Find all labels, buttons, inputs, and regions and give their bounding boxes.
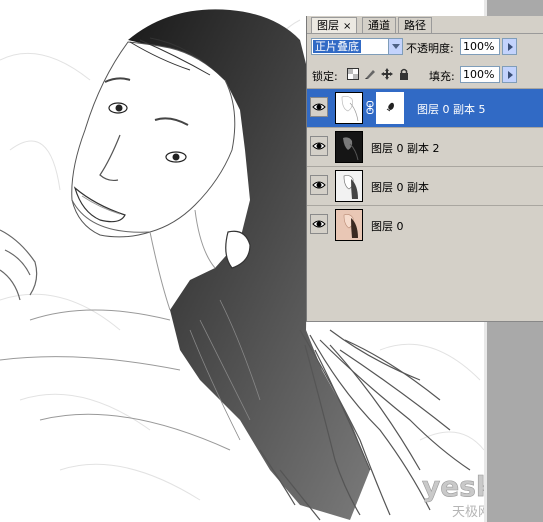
lock-label: 锁定: [312, 70, 338, 83]
layer-name: 图层 0 副本 5 [417, 103, 486, 116]
layer-thumbnail [335, 92, 363, 124]
photoshop-workspace: yesky 天极网 图层 × 通道 路径 正片叠底 不透明度: 100% 锁定:… [0, 0, 543, 522]
lock-all-icon[interactable] [398, 68, 410, 80]
layer-list: 图层 0 副本 5 图层 0 副本 2 图层 0 副本 图层 0 [307, 88, 543, 244]
fill-label: 填充: [429, 70, 455, 83]
eye-icon [312, 181, 326, 189]
link-icon[interactable] [366, 101, 374, 114]
lock-image-icon[interactable] [364, 68, 376, 80]
eye-icon [312, 103, 326, 111]
lock-transparency-icon[interactable] [347, 68, 359, 80]
layer-name: 图层 0 [371, 220, 404, 233]
layer-mask-thumbnail[interactable] [376, 92, 404, 124]
layers-panel: 图层 × 通道 路径 正片叠底 不透明度: 100% 锁定: 填充: 100% … [306, 16, 543, 322]
visibility-toggle[interactable] [310, 97, 328, 117]
opacity-slider-button[interactable] [502, 38, 517, 55]
tab-close-icon[interactable]: × [343, 21, 351, 32]
layer-thumbnail [335, 209, 363, 241]
layer-name: 图层 0 副本 2 [371, 142, 440, 155]
blend-mode-select[interactable]: 正片叠底 [311, 38, 403, 55]
layer-name: 图层 0 副本 [371, 181, 429, 194]
layer-row[interactable]: 图层 0 副本 [307, 166, 543, 205]
layer-row[interactable]: 图层 0 [307, 205, 543, 244]
eye-icon [312, 142, 326, 150]
eye-icon [312, 220, 326, 228]
blend-mode-value: 正片叠底 [313, 40, 361, 53]
tab-layers-label: 图层 [317, 19, 339, 32]
panel-tab-bar: 图层 × 通道 路径 [307, 16, 543, 34]
opacity-label: 不透明度: [406, 42, 454, 55]
visibility-toggle[interactable] [310, 136, 328, 156]
fill-input[interactable]: 100% [460, 66, 500, 83]
lock-position-icon[interactable] [381, 68, 393, 80]
layer-row[interactable]: 图层 0 副本 5 [307, 88, 543, 127]
chevron-down-icon[interactable] [388, 39, 402, 54]
visibility-toggle[interactable] [310, 175, 328, 195]
opacity-input[interactable]: 100% [460, 38, 500, 55]
tab-paths[interactable]: 路径 [398, 17, 432, 33]
blend-mode-row: 正片叠底 不透明度: 100% [307, 36, 543, 58]
layer-row[interactable]: 图层 0 副本 2 [307, 127, 543, 166]
tab-paths-label: 路径 [404, 19, 426, 32]
tab-layers[interactable]: 图层 × [311, 17, 358, 33]
visibility-toggle[interactable] [310, 214, 328, 234]
layer-thumbnail [335, 131, 363, 163]
tab-channels-label: 通道 [368, 19, 390, 32]
layer-thumbnail [335, 170, 363, 202]
tab-channels[interactable]: 通道 [362, 17, 396, 33]
fill-slider-button[interactable] [502, 66, 517, 83]
lock-row: 锁定: 填充: 100% [307, 64, 543, 86]
